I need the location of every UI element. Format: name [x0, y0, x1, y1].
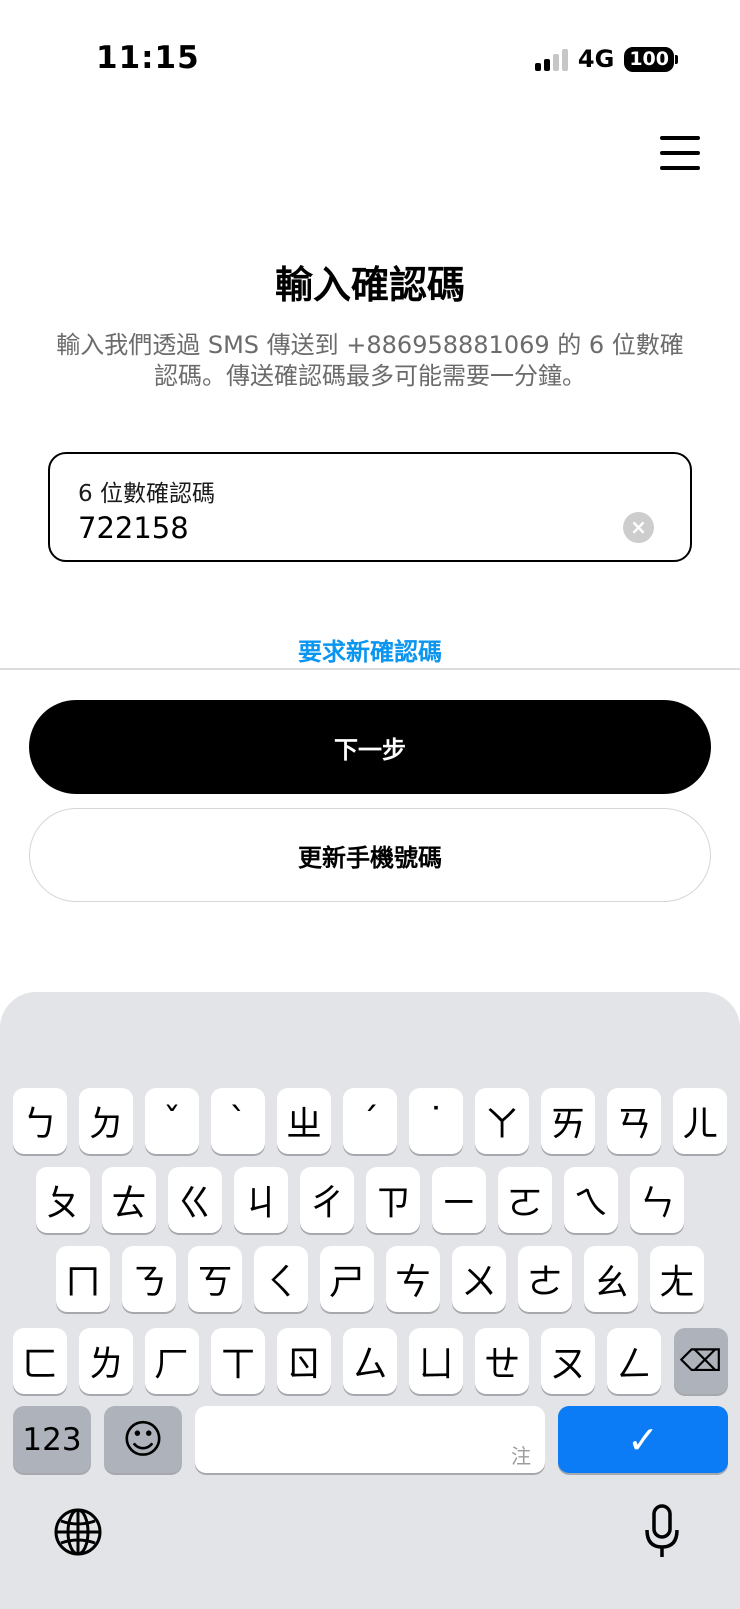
confirm-key[interactable]: ✓ — [558, 1406, 728, 1473]
key[interactable]: ㄘ — [386, 1246, 440, 1312]
key[interactable]: ㄒ — [211, 1328, 265, 1394]
key[interactable]: ㄜ — [518, 1246, 572, 1312]
globe-icon[interactable] — [52, 1506, 104, 1558]
key[interactable]: ㄕ — [320, 1246, 374, 1312]
code-field-label: 6 位數確認碼 — [78, 481, 215, 507]
key[interactable]: ㄚ — [475, 1088, 529, 1154]
key[interactable]: ㄧ — [432, 1167, 486, 1233]
key[interactable]: ㄝ — [475, 1328, 529, 1394]
key[interactable]: ˋ — [211, 1088, 265, 1154]
key[interactable]: ㄌ — [79, 1328, 133, 1394]
microphone-icon[interactable] — [640, 1502, 684, 1562]
key[interactable]: ㄙ — [343, 1328, 397, 1394]
key[interactable]: ˇ — [145, 1088, 199, 1154]
page-description: 輸入我們透過 SMS 傳送到 +886958881069 的 6 位數確認碼。傳… — [56, 331, 684, 390]
key[interactable]: ㄠ — [584, 1246, 638, 1312]
key[interactable]: ˊ — [343, 1088, 397, 1154]
key[interactable]: ㄛ — [498, 1167, 552, 1233]
key[interactable]: ㄇ — [56, 1246, 110, 1312]
key[interactable]: ㄨ — [452, 1246, 506, 1312]
page-title: 輸入確認碼 — [274, 263, 465, 307]
key[interactable]: ㄅ — [13, 1088, 67, 1154]
status-indicators: 4G 100 — [534, 44, 678, 74]
menu-icon[interactable] — [660, 136, 700, 170]
key[interactable]: ㄐ — [234, 1167, 288, 1233]
key[interactable]: ㄡ — [541, 1328, 595, 1394]
emoji-key[interactable]: ☺ — [104, 1406, 182, 1473]
key[interactable]: ㄞ — [541, 1088, 595, 1154]
key[interactable]: ㄓ — [277, 1088, 331, 1154]
key[interactable]: ㄢ — [607, 1088, 661, 1154]
next-button[interactable]: 下一步 — [29, 700, 711, 794]
update-phone-button[interactable]: 更新手機號碼 — [29, 808, 711, 902]
key[interactable]: ㄍ — [168, 1167, 222, 1233]
backspace-key[interactable]: ⌫ — [674, 1328, 728, 1394]
key[interactable]: ㄩ — [409, 1328, 463, 1394]
divider — [0, 668, 740, 670]
key[interactable]: ㄟ — [564, 1167, 618, 1233]
key[interactable]: ㄆ — [36, 1167, 90, 1233]
key[interactable]: ㄣ — [630, 1167, 684, 1233]
signal-icon — [534, 47, 568, 71]
key[interactable]: ㄈ — [13, 1328, 67, 1394]
network-type: 4G — [577, 45, 615, 73]
key[interactable]: ㄋ — [122, 1246, 176, 1312]
key[interactable]: ㄤ — [650, 1246, 704, 1312]
numbers-key[interactable]: 123 — [13, 1406, 91, 1473]
key[interactable]: ㄏ — [145, 1328, 199, 1394]
key[interactable]: ˙ — [409, 1088, 463, 1154]
key[interactable]: ㄊ — [102, 1167, 156, 1233]
keyboard: ㄅㄉ ˇ ˋ ㄓ ˊ ˙ ㄚㄞㄢㄦㄆㄊㄍㄐㄔㄗㄧㄛㄟㄣㄇㄋㄎㄑㄕㄘㄨㄜㄠㄤㄈㄌㄏㄒㄖㄙㄩㄝㄡ… — [0, 992, 740, 1609]
key[interactable]: ㄥ — [607, 1328, 661, 1394]
key[interactable]: ㄗ — [366, 1167, 420, 1233]
key[interactable]: ㄖ — [277, 1328, 331, 1394]
clear-icon[interactable]: × — [623, 512, 654, 543]
key[interactable]: ㄎ — [188, 1246, 242, 1312]
code-input[interactable] — [78, 508, 598, 548]
key[interactable]: ㄦ — [673, 1088, 727, 1154]
request-new-code-link[interactable]: 要求新確認碼 — [0, 632, 740, 667]
space-key[interactable]: 注 — [195, 1406, 545, 1473]
key[interactable]: ㄑ — [254, 1246, 308, 1312]
battery-level: 100 — [624, 46, 674, 72]
key[interactable]: ㄔ — [300, 1167, 354, 1233]
code-field[interactable]: 6 位數確認碼 × — [48, 452, 692, 562]
status-time: 11:15 — [96, 40, 200, 76]
key[interactable]: ㄉ — [79, 1088, 133, 1154]
battery-icon: 100 — [624, 46, 678, 72]
